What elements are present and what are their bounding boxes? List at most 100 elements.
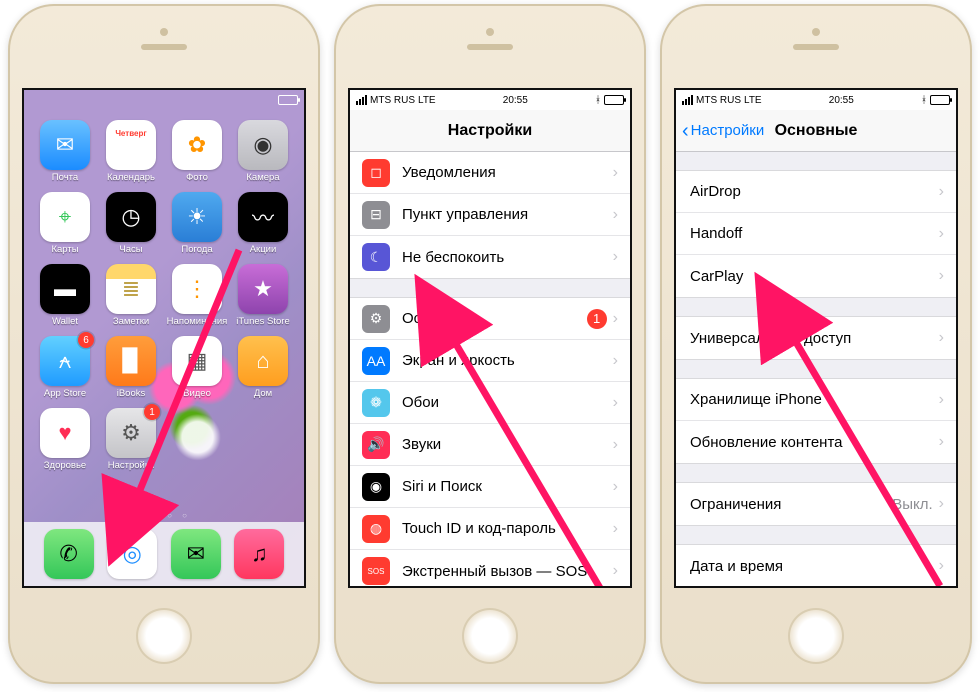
badge: 6: [78, 332, 94, 348]
phone-settings: MTS RUS LTE 20:55 ᚼ Настройки ◻Уведомлен…: [334, 4, 646, 684]
list-row-Универсальный доступ[interactable]: Универсальный доступ›: [676, 317, 956, 359]
app-Фото[interactable]: ✿Фото: [164, 120, 230, 192]
app-tile[interactable]: ⌂: [238, 336, 288, 386]
list-group: AirDrop›Handoff›CarPlay›: [676, 170, 956, 298]
chevron-right-icon: ›: [613, 164, 618, 182]
list-row-Обои[interactable]: ❁Обои›: [350, 382, 630, 424]
app-label: Настройки: [108, 460, 155, 471]
app-label: Почта: [52, 172, 78, 183]
dock-app-Музыка[interactable]: ♫: [234, 529, 284, 579]
app-tile[interactable]: ◉: [238, 120, 288, 170]
app-Видео[interactable]: ▦Видео: [164, 336, 230, 408]
chevron-right-icon: ›: [613, 394, 618, 412]
list-group: Дата и время›: [676, 544, 956, 586]
chevron-right-icon: ›: [613, 478, 618, 496]
list-row-Уведомления[interactable]: ◻Уведомления›: [350, 152, 630, 194]
list-row-Handoff[interactable]: Handoff›: [676, 213, 956, 255]
home-button[interactable]: [136, 608, 192, 664]
chevron-left-icon: ‹: [682, 121, 689, 141]
app-tile[interactable]: ⌖: [40, 192, 90, 242]
app-Камера[interactable]: ◉Камера: [230, 120, 296, 192]
list-row-Звуки[interactable]: 🔊Звуки›: [350, 424, 630, 466]
list-row-Основные[interactable]: ⚙Основные1›: [350, 298, 630, 340]
app-tile[interactable]: ◷: [106, 192, 156, 242]
signal-icon: [356, 95, 367, 105]
dock-app-Safari[interactable]: ◎: [107, 529, 157, 579]
list-row-Хранилище iPhone[interactable]: Хранилище iPhone›: [676, 379, 956, 421]
general-list[interactable]: AirDrop›Handoff›CarPlay› Универсальный до…: [676, 152, 956, 586]
list-row-Не беспокоить[interactable]: ☾Не беспокоить›: [350, 236, 630, 278]
app-tile[interactable]: ▦: [172, 336, 222, 386]
app-tile[interactable]: ⚙1: [106, 408, 156, 458]
row-label: Touch ID и код-пароль: [402, 520, 613, 537]
home-app-grid: ✉ Почта Четверг12Календарь✿Фото◉Камера ⌖Кар…: [24, 118, 304, 510]
app-tile[interactable]: ✉: [40, 120, 90, 170]
app-Напоминания[interactable]: ⋮ Напоминания: [164, 264, 230, 336]
app-tile[interactable]: ♥: [40, 408, 90, 458]
list-row-Пункт управления[interactable]: ⊟Пункт управления›: [350, 194, 630, 236]
settings-list[interactable]: ◻Уведомления›⊟Пункт управления›☾Не беспо…: [350, 152, 630, 586]
app-tile[interactable]: ▬: [40, 264, 90, 314]
app-tile[interactable]: ⋮: [172, 264, 222, 314]
app-tile[interactable]: ☀: [172, 192, 222, 242]
app-Здоровье[interactable]: ♥Здоровье: [32, 408, 98, 480]
back-button[interactable]: ‹ Настройки: [682, 121, 764, 141]
badge: 1: [587, 309, 607, 329]
clock: 20:55: [829, 95, 854, 106]
row-icon: ⊟: [362, 201, 390, 229]
app-tile[interactable]: Четверг12: [106, 120, 156, 170]
navbar: Настройки: [350, 110, 630, 152]
app-tile[interactable]: ✿: [172, 120, 222, 170]
list-row-Touch ID и код-пароль[interactable]: ◍Touch ID и код-пароль›: [350, 508, 630, 550]
app-tile[interactable]: ≣: [106, 264, 156, 314]
app-iBooks[interactable]: ▉iBooks: [98, 336, 164, 408]
list-row-Ограничения[interactable]: ОграниченияВыкл.›: [676, 483, 956, 525]
app-Часы[interactable]: ◷ Часы: [98, 192, 164, 264]
row-label: CarPlay: [690, 268, 939, 285]
status-bar: MTS RUS LTE 20:55 ᚼ: [676, 90, 956, 110]
app-tile[interactable]: 〰: [238, 192, 288, 242]
app-label: Погода: [181, 244, 212, 255]
app-tile[interactable]: ⍲6: [40, 336, 90, 386]
app-Заметки[interactable]: ≣Заметки: [98, 264, 164, 336]
app-label: Напоминания: [167, 316, 228, 327]
home-button[interactable]: [462, 608, 518, 664]
row-icon: ⚙: [362, 305, 390, 333]
dock: ✆ ◎ ✉ ♫: [24, 522, 304, 586]
app-Акции[interactable]: 〰Акции: [230, 192, 296, 264]
list-row-Siri и Поиск[interactable]: ◉Siri и Поиск›: [350, 466, 630, 508]
app-Карты[interactable]: ⌖Карты: [32, 192, 98, 264]
list-row-Экран и яркость[interactable]: AAЭкран и яркость›: [350, 340, 630, 382]
app-label: Дом: [254, 388, 272, 399]
phone-home: MTS RUS LTE 20:55 ᚼ ✉ПочтаЧетверг12Кален…: [8, 4, 320, 684]
row-label: Универсальный доступ: [690, 330, 939, 347]
dock-app-Телефон[interactable]: ✆: [44, 529, 94, 579]
app-iTunes Store[interactable]: ★iTunes Store: [230, 264, 296, 336]
row-icon: SOS: [362, 557, 390, 585]
back-label: Настройки: [691, 122, 765, 139]
row-label: Экстренный вызов — SOS: [402, 563, 613, 580]
app-Настройки[interactable]: ⚙1 Настройки: [98, 408, 164, 480]
row-label: Handoff: [690, 225, 939, 242]
row-icon: ◍: [362, 515, 390, 543]
app-label: Часы: [119, 244, 142, 255]
list-row-Экстренный вызов — SOS[interactable]: SOSЭкстренный вызов — SOS›: [350, 550, 630, 586]
app-tile[interactable]: ★: [238, 264, 288, 314]
app-Календарь[interactable]: Четверг12Календарь: [98, 120, 164, 192]
home-button[interactable]: [788, 608, 844, 664]
row-label: Обновление контента: [690, 434, 939, 451]
app-tile[interactable]: ▉: [106, 336, 156, 386]
list-row-Дата и время[interactable]: Дата и время›: [676, 545, 956, 586]
list-group: ⚙Основные1›AAЭкран и яркость›❁Обои›🔊Звук…: [350, 297, 630, 586]
app-Почта[interactable]: ✉ Почта: [32, 120, 98, 192]
list-row-Обновление контента[interactable]: Обновление контента›: [676, 421, 956, 463]
app-Wallet[interactable]: ▬Wallet: [32, 264, 98, 336]
list-row-AirDrop[interactable]: AirDrop›: [676, 171, 956, 213]
app-App Store[interactable]: ⍲6App Store: [32, 336, 98, 408]
row-label: Siri и Поиск: [402, 478, 613, 495]
dock-app-Сообщения[interactable]: ✉: [171, 529, 221, 579]
app-Погода[interactable]: ☀ Погода: [164, 192, 230, 264]
list-row-CarPlay[interactable]: CarPlay›: [676, 255, 956, 297]
app-Дом[interactable]: ⌂ Дом: [230, 336, 296, 408]
screen-general: MTS RUS LTE 20:55 ᚼ ‹ Настройки Основные…: [674, 88, 958, 588]
